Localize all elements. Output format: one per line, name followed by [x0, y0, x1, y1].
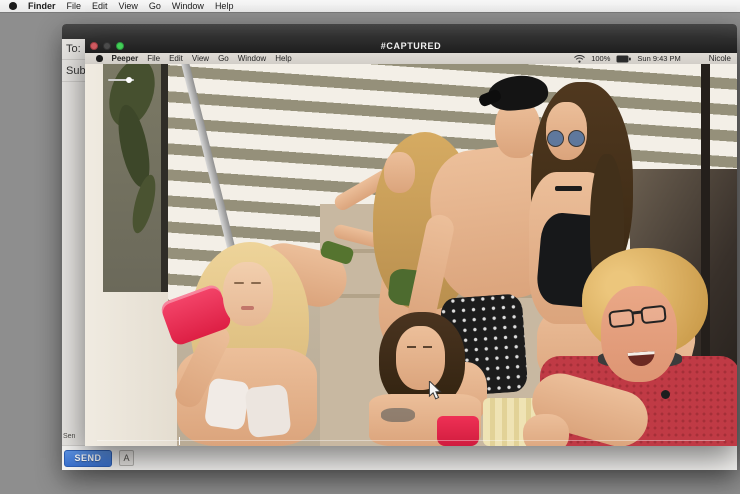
menu-help: Help	[275, 54, 291, 63]
menu-file[interactable]: File	[67, 1, 82, 11]
desktop: Finder File Edit View Go Window Help To:…	[0, 0, 740, 494]
email-footer: SEND A	[62, 445, 737, 470]
email-small-note: Sen	[63, 433, 75, 440]
subject-label: Sub	[66, 65, 86, 77]
menu-go[interactable]: Go	[149, 1, 161, 11]
glass-frame-edge	[161, 64, 168, 292]
apple-icon[interactable]	[9, 2, 17, 10]
face	[601, 286, 677, 382]
send-button[interactable]: SEND	[64, 450, 112, 467]
mouse-cursor	[428, 381, 442, 400]
menu-view: View	[192, 54, 209, 63]
menu-edit: Edit	[169, 54, 183, 63]
menu-finder[interactable]: Finder	[28, 1, 56, 11]
seek-bar[interactable]	[97, 440, 725, 442]
face	[384, 152, 415, 193]
round-sunglasses	[547, 130, 564, 147]
lips	[241, 306, 254, 310]
battery-percent: 100%	[591, 54, 610, 63]
battery-icon	[616, 55, 631, 63]
menu-peeper: Peeper	[112, 54, 139, 63]
menu-edit[interactable]: Edit	[92, 1, 108, 11]
menu-help[interactable]: Help	[215, 1, 234, 11]
white-bikini-top	[204, 377, 250, 430]
text-format-button[interactable]: A	[119, 450, 134, 466]
tattoo	[381, 408, 415, 422]
closed-eye	[234, 282, 244, 284]
volume-knob[interactable]	[126, 77, 132, 83]
choker	[555, 186, 582, 191]
menu-bar-clock: Sun 9:43 PM	[637, 54, 680, 63]
menu-view[interactable]: View	[119, 1, 138, 11]
hand	[523, 414, 569, 446]
eye	[407, 346, 416, 348]
menu-go: Go	[218, 54, 229, 63]
captured-title-bar[interactable]: #CAPTURED	[85, 38, 737, 53]
menu-window[interactable]: Window	[172, 1, 204, 11]
window-title: #CAPTURED	[381, 41, 441, 51]
logged-in-user: Nicole	[709, 54, 731, 63]
recorded-menu-bar: Peeper File Edit View Go Window Help 100…	[85, 53, 737, 64]
glasses	[608, 309, 635, 329]
apple-icon	[96, 55, 103, 62]
menu-window: Window	[238, 54, 266, 63]
pin-badge	[661, 390, 670, 399]
red-cup	[437, 416, 479, 446]
playhead[interactable]	[179, 437, 181, 445]
captured-video-window: #CAPTURED Peeper File Edit View Go Windo…	[85, 38, 737, 446]
to-label: To:	[66, 43, 81, 55]
volume-slider[interactable]	[108, 79, 134, 81]
zoom-button[interactable]	[116, 42, 124, 50]
face	[223, 262, 273, 326]
video-still-frame[interactable]: ◀◀ ▶ ▶▶	[85, 64, 737, 446]
email-title-bar[interactable]	[62, 24, 737, 39]
menu-file: File	[147, 54, 160, 63]
minimize-button[interactable]	[103, 42, 111, 50]
wifi-icon	[574, 55, 585, 63]
close-button[interactable]	[90, 42, 98, 50]
os-menu-bar: Finder File Edit View Go Window Help	[0, 0, 740, 13]
